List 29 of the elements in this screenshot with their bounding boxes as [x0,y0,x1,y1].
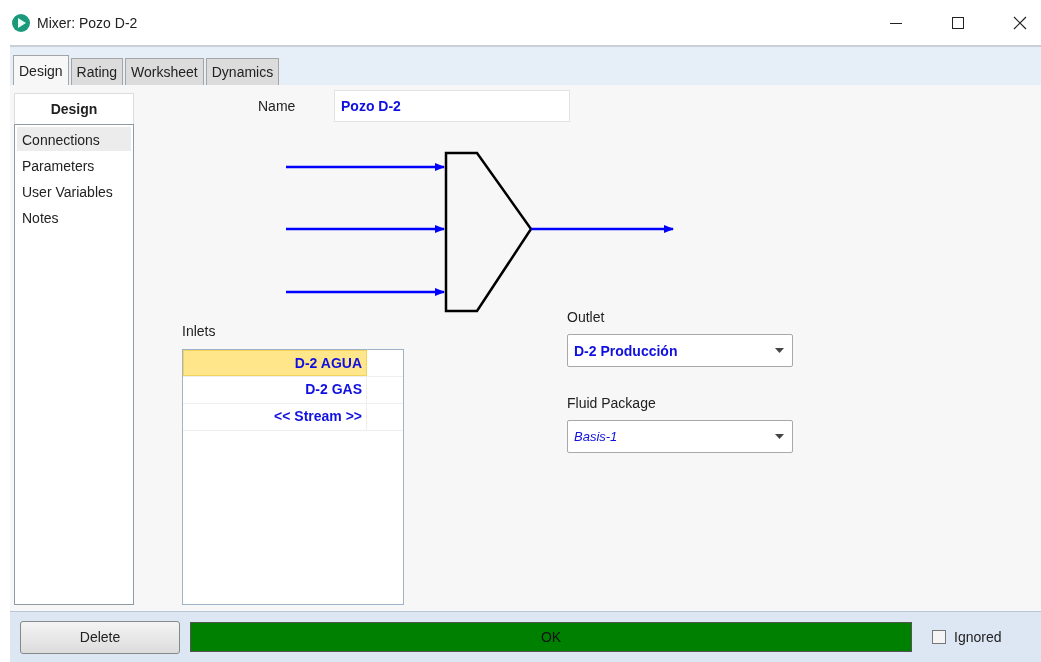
tab[interactable]: Design [13,55,69,85]
tab[interactable]: Worksheet [125,58,204,85]
outlet-label: Outlet [567,308,606,327]
ignored-label: Ignored [954,629,1002,645]
tab[interactable]: Dynamics [205,58,280,85]
inlet-cell[interactable]: D-2 AGUA [183,350,367,376]
status-bar: OK [190,622,912,652]
window-title: Mixer: Pozo D-2 [37,14,138,31]
sidebar-item[interactable]: Notes [17,205,131,229]
outlet-dropdown[interactable]: D-2 Producción [567,334,793,367]
sidebar-item[interactable]: Connections [17,127,131,151]
ignored-checkbox[interactable] [932,630,946,644]
name-label: Name [258,98,297,114]
caret-icon [775,434,784,439]
delete-button[interactable]: Delete [20,620,180,654]
maximize-icon[interactable] [951,15,965,30]
inlet-cell[interactable]: << Stream >> [183,404,367,430]
name-field[interactable]: Pozo D-2 [334,90,570,122]
caret-icon [775,348,784,353]
inlet-cell[interactable]: D-2 GAS [183,377,367,403]
tab[interactable]: Rating [70,58,124,85]
inlets-label: Inlets [182,322,217,341]
sidebar-heading: Design [14,93,134,124]
fluid-package-label: Fluid Package [567,394,657,413]
fluid-package-dropdown[interactable]: Basis-1 [567,420,793,453]
sidebar-item[interactable]: Parameters [17,153,131,177]
sidebar-item[interactable]: User Variables [17,179,131,203]
app-icon [11,12,31,33]
close-icon[interactable] [1013,15,1027,30]
